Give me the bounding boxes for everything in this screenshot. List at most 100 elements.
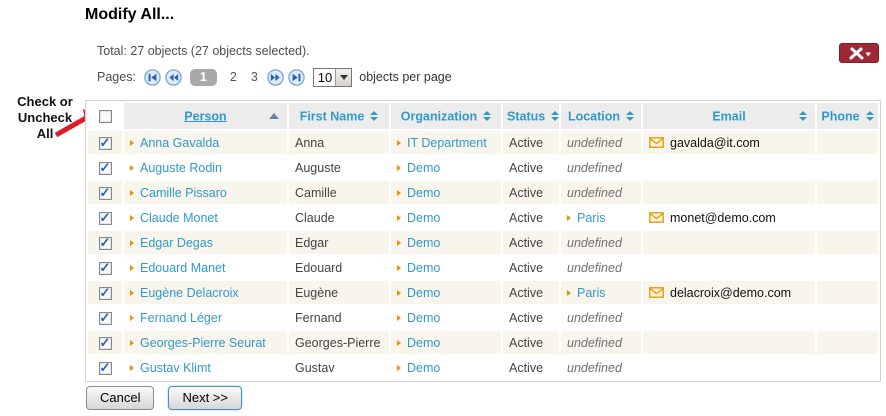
row-checkbox[interactable]: ✓: [99, 187, 112, 200]
status-text: Active: [509, 236, 543, 250]
row-checkbox[interactable]: ✓: [99, 312, 112, 325]
next-button[interactable]: Next >>: [168, 386, 242, 410]
check-icon: ✓: [100, 360, 111, 375]
organization-link[interactable]: Demo: [407, 311, 440, 325]
row-select-cell: ✓: [88, 281, 122, 304]
per-page-select[interactable]: 10: [313, 68, 352, 87]
previous-page-icon[interactable]: [165, 69, 182, 86]
first-page-icon[interactable]: [144, 69, 161, 86]
status-cell: Active: [503, 256, 559, 279]
row-checkbox[interactable]: ✓: [99, 237, 112, 250]
location-undefined-text: undefined: [567, 336, 622, 350]
column-header-first_name[interactable]: First Name: [289, 103, 389, 129]
organization-link[interactable]: Demo: [407, 186, 440, 200]
current-page-badge: 1: [190, 69, 217, 86]
organization-link[interactable]: Demo: [407, 361, 440, 375]
person-link[interactable]: Gustav Klimt: [140, 361, 211, 375]
person-cell: Gustav Klimt: [124, 356, 287, 379]
check-icon: ✓: [100, 310, 111, 325]
person-cell: Edgar Degas: [124, 231, 287, 254]
location-link[interactable]: Paris: [577, 211, 605, 225]
row-checkbox[interactable]: ✓: [99, 262, 112, 275]
person-link[interactable]: Auguste Rodin: [140, 161, 222, 175]
status-text: Active: [509, 361, 543, 375]
column-header-label: Phone: [821, 109, 859, 123]
organization-link[interactable]: Demo: [407, 161, 440, 175]
organization-cell: Demo: [391, 156, 501, 179]
last-page-icon[interactable]: [288, 69, 305, 86]
row-checkbox[interactable]: ✓: [99, 162, 112, 175]
crossed-tools-icon: [846, 46, 872, 61]
table-row: ✓Auguste RodinAugusteDemoActiveundefined: [88, 156, 878, 179]
person-link[interactable]: Claude Monet: [140, 211, 218, 225]
email-text: monet@demo.com: [670, 211, 776, 225]
row-select-cell: ✓: [88, 206, 122, 229]
per-page-value: 10: [314, 69, 335, 86]
person-link[interactable]: Eugène Delacroix: [140, 286, 239, 300]
modify-all-page: Modify All... Total: 27 objects (27 obje…: [0, 0, 886, 416]
footer-buttons: Cancel Next >>: [86, 386, 242, 410]
first-name-text: Georges-Pierre: [295, 336, 380, 350]
row-checkbox[interactable]: ✓: [99, 337, 112, 350]
email-cell: monet@demo.com: [643, 206, 815, 229]
row-checkbox[interactable]: ✓: [99, 212, 112, 225]
orange-bullet-icon: [130, 265, 134, 271]
column-header-phone[interactable]: Phone: [817, 103, 878, 129]
location-undefined-text: undefined: [567, 161, 622, 175]
select-all-checkbox[interactable]: [99, 110, 112, 123]
status-text: Active: [509, 186, 543, 200]
sort-toggle-icon: [799, 111, 807, 121]
column-header-status[interactable]: Status: [503, 103, 559, 129]
organization-link[interactable]: Demo: [407, 286, 440, 300]
orange-bullet-icon: [397, 290, 401, 296]
column-header-person[interactable]: Person: [124, 103, 287, 129]
column-header-email[interactable]: Email: [643, 103, 815, 129]
organization-link[interactable]: Demo: [407, 236, 440, 250]
page-link-3[interactable]: 3: [251, 70, 258, 84]
first-name-text: Fernand: [295, 311, 342, 325]
organization-cell: Demo: [391, 331, 501, 354]
person-link[interactable]: Georges-Pierre Seurat: [140, 336, 266, 350]
person-link[interactable]: Edouard Manet: [140, 261, 225, 275]
next-page-icon[interactable]: [267, 69, 284, 86]
sort-ascending-icon: [269, 113, 279, 119]
row-checkbox[interactable]: ✓: [99, 287, 112, 300]
person-cell: Edouard Manet: [124, 256, 287, 279]
row-checkbox[interactable]: ✓: [99, 362, 112, 375]
person-link[interactable]: Edgar Degas: [140, 236, 213, 250]
row-checkbox[interactable]: ✓: [99, 137, 112, 150]
phone-cell: [817, 256, 878, 279]
person-link[interactable]: Camille Pissaro: [140, 186, 227, 200]
organization-cell: IT Department: [391, 131, 501, 154]
person-cell: Claude Monet: [124, 206, 287, 229]
phone-cell: [817, 231, 878, 254]
column-header-label: Organization: [401, 109, 477, 123]
organization-link[interactable]: Demo: [407, 211, 440, 225]
orange-bullet-icon: [397, 315, 401, 321]
first-name-text: Gustav: [295, 361, 335, 375]
cancel-button[interactable]: Cancel: [86, 386, 154, 410]
person-cell: Georges-Pierre Seurat: [124, 331, 287, 354]
person-link[interactable]: Fernand Léger: [140, 311, 222, 325]
email-envelope-icon: [649, 137, 664, 148]
status-cell: Active: [503, 356, 559, 379]
first-name-cell: Camille: [289, 181, 389, 204]
page-link-2[interactable]: 2: [230, 70, 237, 84]
first-name-text: Anna: [295, 136, 324, 150]
orange-bullet-icon: [130, 340, 134, 346]
person-link[interactable]: Anna Gavalda: [140, 136, 219, 150]
location-undefined-text: undefined: [567, 361, 622, 375]
tools-menu-button[interactable]: [839, 43, 879, 63]
location-link[interactable]: Paris: [577, 286, 605, 300]
location-undefined-text: undefined: [567, 311, 622, 325]
organization-link[interactable]: IT Department: [407, 136, 487, 150]
column-header-location[interactable]: Location: [561, 103, 641, 129]
first-name-text: Edgar: [295, 236, 328, 250]
organization-link[interactable]: Demo: [407, 336, 440, 350]
chevron-down-icon[interactable]: [335, 69, 351, 86]
phone-cell: [817, 331, 878, 354]
pagination-bar: Pages: 1 23 10 objects per page: [97, 66, 452, 88]
organization-link[interactable]: Demo: [407, 261, 440, 275]
column-header-organization[interactable]: Organization: [391, 103, 501, 129]
email-text: delacroix@demo.com: [670, 286, 791, 300]
